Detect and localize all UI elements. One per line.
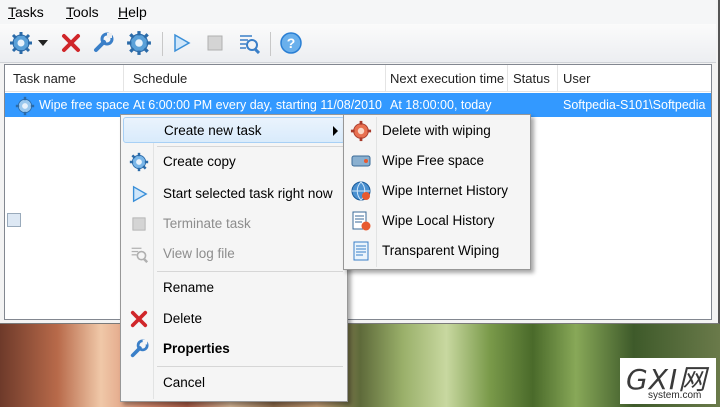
column-schedule[interactable]: Schedule	[133, 71, 187, 86]
svg-text:?: ?	[287, 35, 296, 51]
submenu-wipe-internet-history[interactable]: Wipe Internet History	[346, 177, 528, 205]
menu-create-copy[interactable]: Create copy	[123, 149, 345, 175]
menu-cancel[interactable]: Cancel	[123, 370, 345, 396]
properties-wrench-icon[interactable]	[90, 30, 116, 56]
toolbar-separator	[270, 32, 271, 56]
submenu-arrow-icon	[333, 126, 338, 136]
task-gear-icon	[15, 96, 35, 119]
delete-x-icon	[129, 309, 149, 329]
menu-properties[interactable]: Properties	[123, 336, 345, 362]
watermark-logo: GXI网 system.com	[620, 358, 716, 404]
menu-tasks[interactable]: Tasks	[8, 4, 44, 20]
gear-copy-icon	[129, 152, 149, 172]
document-wipe-icon	[350, 210, 372, 232]
delete-wipe-gear-icon	[350, 120, 372, 142]
globe-wipe-icon	[350, 180, 372, 202]
wrench-icon	[129, 339, 149, 359]
run-play-icon[interactable]	[168, 30, 194, 56]
stop-square-icon[interactable]	[202, 30, 228, 56]
dropdown-arrow-icon[interactable]	[36, 30, 50, 56]
user-cell: Softpedia-S101\Softpedia	[563, 98, 706, 112]
menu-tools[interactable]: Tools	[66, 4, 99, 20]
list-header: Task name Schedule Next execution time S…	[5, 65, 711, 92]
next-execution-cell: At 18:00:00, today	[390, 98, 492, 112]
toolbar: ?	[0, 24, 716, 63]
side-handle	[7, 213, 21, 227]
transparent-document-icon	[350, 240, 372, 262]
menu-bar: Tasks Tools Help	[0, 0, 716, 24]
stop-icon	[129, 214, 149, 234]
column-next-execution[interactable]: Next execution time	[390, 71, 504, 86]
submenu-transparent-wiping[interactable]: Transparent Wiping	[346, 237, 528, 265]
menu-start-task[interactable]: Start selected task right now	[123, 181, 345, 207]
schedule-cell: At 6:00:00 PM every day, starting 11/08/…	[133, 98, 382, 112]
view-log-icon[interactable]	[236, 30, 262, 56]
task-name-cell: Wipe free space	[39, 98, 130, 112]
menu-terminate-task[interactable]: Terminate task	[123, 211, 345, 237]
context-menu: Create new task Create copy Start select…	[120, 114, 348, 402]
play-icon	[129, 184, 149, 204]
help-question-icon[interactable]: ?	[278, 30, 304, 56]
menu-help[interactable]: Help	[118, 4, 147, 20]
create-task-submenu: Delete with wiping Wipe Free space Wipe …	[343, 114, 531, 270]
menu-delete[interactable]: Delete	[123, 306, 345, 332]
submenu-wipe-free-space[interactable]: Wipe Free space	[346, 147, 528, 175]
column-user[interactable]: User	[563, 71, 590, 86]
menu-create-new-task[interactable]: Create new task	[123, 117, 345, 143]
column-status[interactable]: Status	[513, 71, 550, 86]
menu-view-log[interactable]: View log file	[123, 241, 345, 267]
submenu-delete-with-wiping[interactable]: Delete with wiping	[346, 117, 528, 145]
column-task-name[interactable]: Task name	[13, 71, 76, 86]
delete-x-icon[interactable]	[58, 30, 84, 56]
settings-gear-icon[interactable]	[126, 30, 152, 56]
new-task-gear-icon[interactable]	[8, 30, 34, 56]
view-log-icon	[129, 244, 149, 264]
menu-rename[interactable]: Rename	[123, 275, 345, 301]
disk-wipe-icon	[350, 150, 372, 172]
submenu-wipe-local-history[interactable]: Wipe Local History	[346, 207, 528, 235]
toolbar-separator	[162, 32, 163, 56]
